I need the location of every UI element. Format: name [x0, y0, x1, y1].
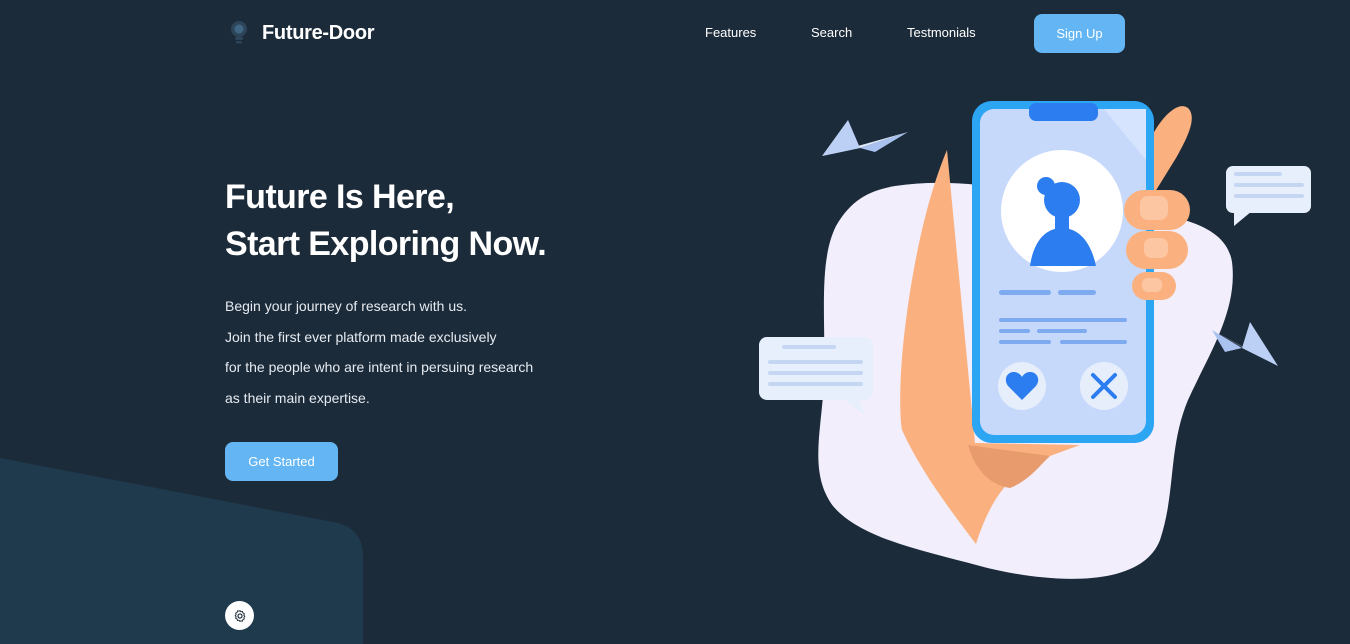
profile-avatar-icon [1001, 150, 1123, 272]
brand-logo[interactable]: Future-Door [228, 16, 375, 50]
hero-title-line-2: Start Exploring Now. [225, 225, 547, 263]
hero-illustration [759, 101, 1311, 579]
hero-title-line-1: Future Is Here, [225, 178, 455, 216]
hero-description-line-3: for the people who are intent in persuin… [225, 359, 534, 375]
hero-description-line-4: as their main expertise. [225, 389, 370, 406]
nav-link-search[interactable]: Search [811, 25, 852, 40]
lightbulb-icon [231, 21, 247, 44]
chat-bubble-icon [1226, 166, 1311, 226]
gear-icon [234, 609, 245, 622]
nav-link-testimonials[interactable]: Testmonials [907, 25, 976, 40]
phone-icon [972, 101, 1154, 443]
get-started-button[interactable]: Get Started [225, 442, 338, 481]
settings-button[interactable] [225, 601, 254, 630]
hero-description-line-2: Join the first ever platform made exclus… [225, 328, 497, 345]
hero-title: Future Is Here, Start Exploring Now. [225, 174, 547, 268]
paper-plane-icon [822, 120, 908, 156]
top-navbar: Future-Door Features Search Testmonials … [0, 0, 1350, 68]
nav-link-features[interactable]: Features [705, 25, 756, 40]
paper-plane-icon [1212, 322, 1278, 366]
hero-description-line-1: Begin your journey of research with us. [225, 298, 468, 314]
chat-bubble-icon [759, 337, 873, 414]
sign-up-button[interactable]: Sign Up [1034, 14, 1125, 53]
brand-name: Future-Door [262, 21, 375, 44]
hero-description: Begin your journey of research with us. … [225, 291, 533, 413]
